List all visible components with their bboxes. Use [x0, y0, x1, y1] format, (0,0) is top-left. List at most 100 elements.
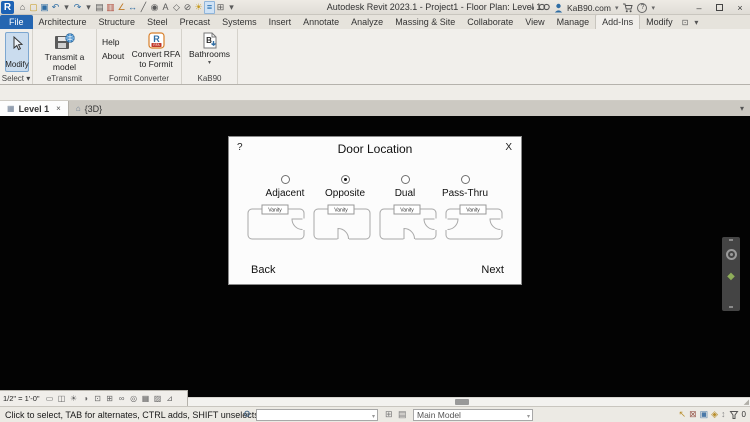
select-elements-by-face-icon[interactable]: ◈	[711, 409, 718, 420]
tab-modify[interactable]: Modify	[640, 15, 679, 29]
reveal-hidden-elements-icon[interactable]: ◎	[128, 394, 140, 404]
next-button[interactable]: Next	[481, 264, 504, 276]
tab-precast[interactable]: Precast	[174, 15, 217, 29]
panel-select-label[interactable]: Select ▾	[0, 74, 32, 83]
worksets-icon[interactable]: ⚙	[243, 409, 251, 420]
scrollbar-thumb[interactable]	[455, 399, 469, 405]
crop-view-icon[interactable]: ⊡	[92, 394, 104, 404]
zoom-tool-icon[interactable]: ◆	[727, 272, 735, 282]
dialog-help-button[interactable]: ?	[237, 142, 243, 153]
tab-add-ins[interactable]: Add-Ins	[595, 14, 641, 29]
temporary-view-properties-icon[interactable]: ▨	[152, 394, 164, 404]
ribbon-state-icon[interactable]: ⊡	[679, 16, 692, 29]
back-button[interactable]: Back	[251, 264, 275, 276]
radio-pass-thru[interactable]	[460, 175, 470, 184]
tab-analyze[interactable]: Analyze	[345, 15, 389, 29]
horizontal-scrollbar[interactable]: ◢	[188, 397, 750, 406]
design-option-dropdown[interactable]: Main Model ▾	[413, 409, 533, 421]
user-icon[interactable]	[554, 3, 563, 13]
aligned-dimension-icon[interactable]: ↔	[127, 2, 138, 13]
qat-customize-caret-icon[interactable]: ▾	[226, 2, 237, 13]
tab-file[interactable]: File	[0, 15, 33, 29]
account-name[interactable]: KaB90.com	[567, 3, 611, 13]
bathrooms-button[interactable]: B Bathrooms ▾	[182, 32, 237, 66]
panel-etransmit: Transmit a model eTransmit	[33, 29, 97, 84]
select-links-icon[interactable]: ↖	[679, 409, 687, 420]
save-icon[interactable]: ▣	[39, 2, 50, 13]
select-underlay-elements-icon[interactable]: ⊠	[689, 409, 697, 420]
tab-insert[interactable]: Insert	[263, 15, 298, 29]
design-options-icon[interactable]: ▤	[398, 409, 407, 420]
view-tabs-caret-icon[interactable]: ▾	[740, 104, 744, 113]
editable-only-icon[interactable]: ⊞	[385, 409, 393, 420]
dialog-close-button[interactable]: X	[505, 142, 512, 153]
tab-collaborate[interactable]: Collaborate	[461, 15, 519, 29]
undo-icon[interactable]: ↶	[50, 2, 61, 13]
revit-logo-icon[interactable]: R	[1, 0, 14, 14]
filter-icon[interactable]	[729, 410, 739, 420]
steering-wheel-icon[interactable]	[725, 249, 737, 260]
visual-style-icon[interactable]: ◫	[56, 394, 68, 404]
sun-icon[interactable]: ☀	[193, 2, 204, 13]
convert-rfa-label-line1: Convert RFA	[131, 49, 181, 59]
help-link[interactable]: Help	[102, 37, 119, 47]
show-crop-region-icon[interactable]: ⊞	[104, 394, 116, 404]
undo-caret-icon[interactable]: ▾	[61, 2, 72, 13]
account-caret-icon[interactable]: ▾	[615, 4, 619, 12]
tab-steel[interactable]: Steel	[141, 15, 174, 29]
tab-annotate[interactable]: Annotate	[297, 15, 345, 29]
default-3d-view-icon[interactable]: ◇	[171, 2, 182, 13]
tab-massing-site[interactable]: Massing & Site	[389, 15, 461, 29]
measure-icon[interactable]: ∠	[116, 2, 127, 13]
active-workset-dropdown[interactable]: ▾	[256, 409, 378, 421]
tab-systems[interactable]: Systems	[216, 15, 263, 29]
text-icon[interactable]: A	[160, 2, 171, 13]
open-icon[interactable]: ▢	[28, 2, 39, 13]
switch-windows-icon[interactable]: ⊞	[215, 2, 226, 13]
about-link[interactable]: About	[102, 51, 124, 61]
radio-opposite[interactable]	[340, 175, 350, 184]
pin-icon[interactable]: ◉	[149, 2, 160, 13]
temporary-hide-isolate-icon[interactable]: ∞	[116, 394, 128, 404]
radio-adjacent[interactable]	[280, 175, 290, 184]
view-tab-level1[interactable]: ▦ Level 1 ×	[0, 101, 69, 116]
modify-button[interactable]: Modify	[5, 32, 29, 72]
thin-lines-icon[interactable]: ≡	[204, 0, 215, 14]
resize-grip-icon[interactable]: ◢	[744, 398, 749, 406]
close-view-tab-icon[interactable]: ×	[56, 104, 61, 113]
scale-control[interactable]: 1/2" = 1'-0"	[3, 394, 40, 403]
tab-architecture[interactable]: Architecture	[33, 15, 93, 29]
close-button[interactable]: ×	[732, 3, 748, 13]
redo-caret-icon[interactable]: ▾	[83, 2, 94, 13]
print-icon[interactable]: ▤	[94, 2, 105, 13]
tab-structure[interactable]: Structure	[93, 15, 142, 29]
redo-icon[interactable]: ↷	[72, 2, 83, 13]
transmit-model-button[interactable]: Transmit a model	[33, 33, 96, 72]
worksharing-display-icon[interactable]: ▦	[140, 394, 152, 404]
view-tab-3d[interactable]: ⌂ {3D}	[69, 101, 109, 116]
tab-view[interactable]: View	[519, 15, 550, 29]
home-icon[interactable]: ⌂	[17, 2, 28, 13]
shadows-icon[interactable]: ◑	[80, 394, 92, 404]
minimize-button[interactable]: –	[691, 3, 707, 13]
detail-level-icon[interactable]: ▭	[44, 394, 56, 404]
radio-dual[interactable]	[400, 175, 410, 184]
sun-path-icon[interactable]: ☀	[68, 394, 80, 404]
draw-icon[interactable]: ╱	[138, 2, 149, 13]
analytical-model-icon[interactable]: ⊿	[164, 394, 176, 404]
restore-button[interactable]	[716, 4, 723, 11]
help-icon[interactable]: ?	[637, 2, 648, 13]
drag-elements-on-selection-icon[interactable]: ↕	[721, 409, 726, 420]
help-caret-icon[interactable]: ▾	[651, 4, 655, 12]
section-icon[interactable]: ⊘	[182, 2, 193, 13]
navbar-options[interactable]	[729, 306, 733, 308]
sync-doc-icon[interactable]: ▥	[105, 2, 116, 13]
cart-icon[interactable]	[622, 3, 634, 13]
convert-rfa-button[interactable]: R RFA Convert RFA to Formit	[131, 32, 181, 69]
collapse-search-icon[interactable]: ◂	[531, 4, 535, 12]
tab-manage[interactable]: Manage	[551, 15, 596, 29]
search-icon[interactable]	[538, 3, 550, 13]
navbar-handle[interactable]	[729, 239, 733, 241]
ribbon-state-caret-icon[interactable]: ▾	[691, 16, 701, 29]
select-pinned-elements-icon[interactable]: ▣	[700, 409, 709, 420]
